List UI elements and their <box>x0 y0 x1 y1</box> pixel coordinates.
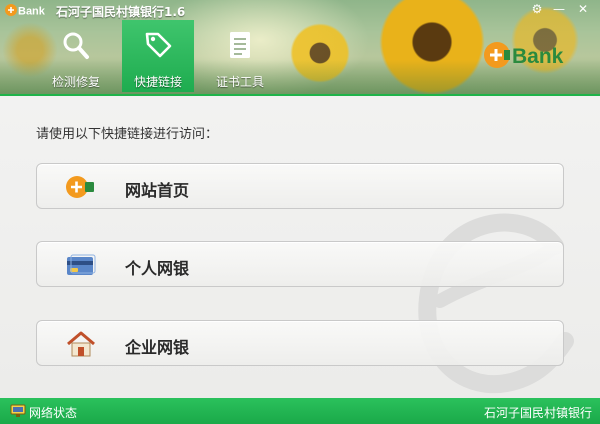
window-title: 石河子国民村镇银行1.6 <box>56 5 186 19</box>
e-watermark-icon <box>418 213 574 394</box>
close-button[interactable]: ✕ <box>570 0 596 18</box>
bank-card-icon <box>67 254 96 275</box>
homepage-link-button[interactable]: 网站首页 <box>36 163 564 209</box>
magnifier-icon <box>63 32 89 59</box>
ebank-small-logo: Bank <box>5 4 46 18</box>
quick-links-panel: 请使用以下快捷链接进行访问： 网站首页 个人网银 企业网银 <box>0 96 600 398</box>
tab-label: 证书工具 <box>215 75 264 89</box>
house-icon <box>67 331 95 357</box>
status-bar: 网络状态 石河子国民村镇银行 <box>0 398 600 424</box>
svg-text:Bank: Bank <box>512 45 564 68</box>
tab-detect-repair[interactable]: 检测修复 <box>40 20 112 92</box>
svg-text:Bank: Bank <box>18 6 46 18</box>
ebank-logo-icon <box>66 176 94 198</box>
tag-icon <box>145 32 172 58</box>
tab-label: 快捷链接 <box>133 75 182 89</box>
network-status-icon[interactable] <box>10 404 26 418</box>
tab-cert-tools[interactable]: 证书工具 <box>204 20 276 92</box>
window-controls: ⚙ — ✕ <box>526 0 596 18</box>
link-label: 网站首页 <box>125 181 190 200</box>
link-label: 个人网银 <box>125 259 190 278</box>
network-status-label[interactable]: 网络状态 <box>29 404 77 421</box>
ebank-logo: Bank <box>484 42 564 68</box>
personal-banking-button[interactable]: 个人网银 <box>36 241 564 287</box>
corporate-banking-button[interactable]: 企业网银 <box>36 320 564 366</box>
instruction-text: 请使用以下快捷链接进行访问： <box>36 127 219 142</box>
header-banner: Bank 石河子国民村镇银行1.6 ⚙ — ✕ 检测修复 快捷链接 证书工具 B… <box>0 0 600 96</box>
settings-button[interactable]: ⚙ <box>526 0 548 18</box>
document-icon <box>230 32 250 58</box>
title-bar[interactable]: Bank 石河子国民村镇银行1.6 ⚙ — ✕ <box>0 0 600 20</box>
minimize-button[interactable]: — <box>548 0 570 18</box>
tab-quick-links[interactable]: 快捷链接 <box>122 20 194 92</box>
bank-name-label: 石河子国民村镇银行 <box>483 406 592 420</box>
tab-label: 检测修复 <box>51 75 100 89</box>
link-label: 企业网银 <box>125 338 190 357</box>
